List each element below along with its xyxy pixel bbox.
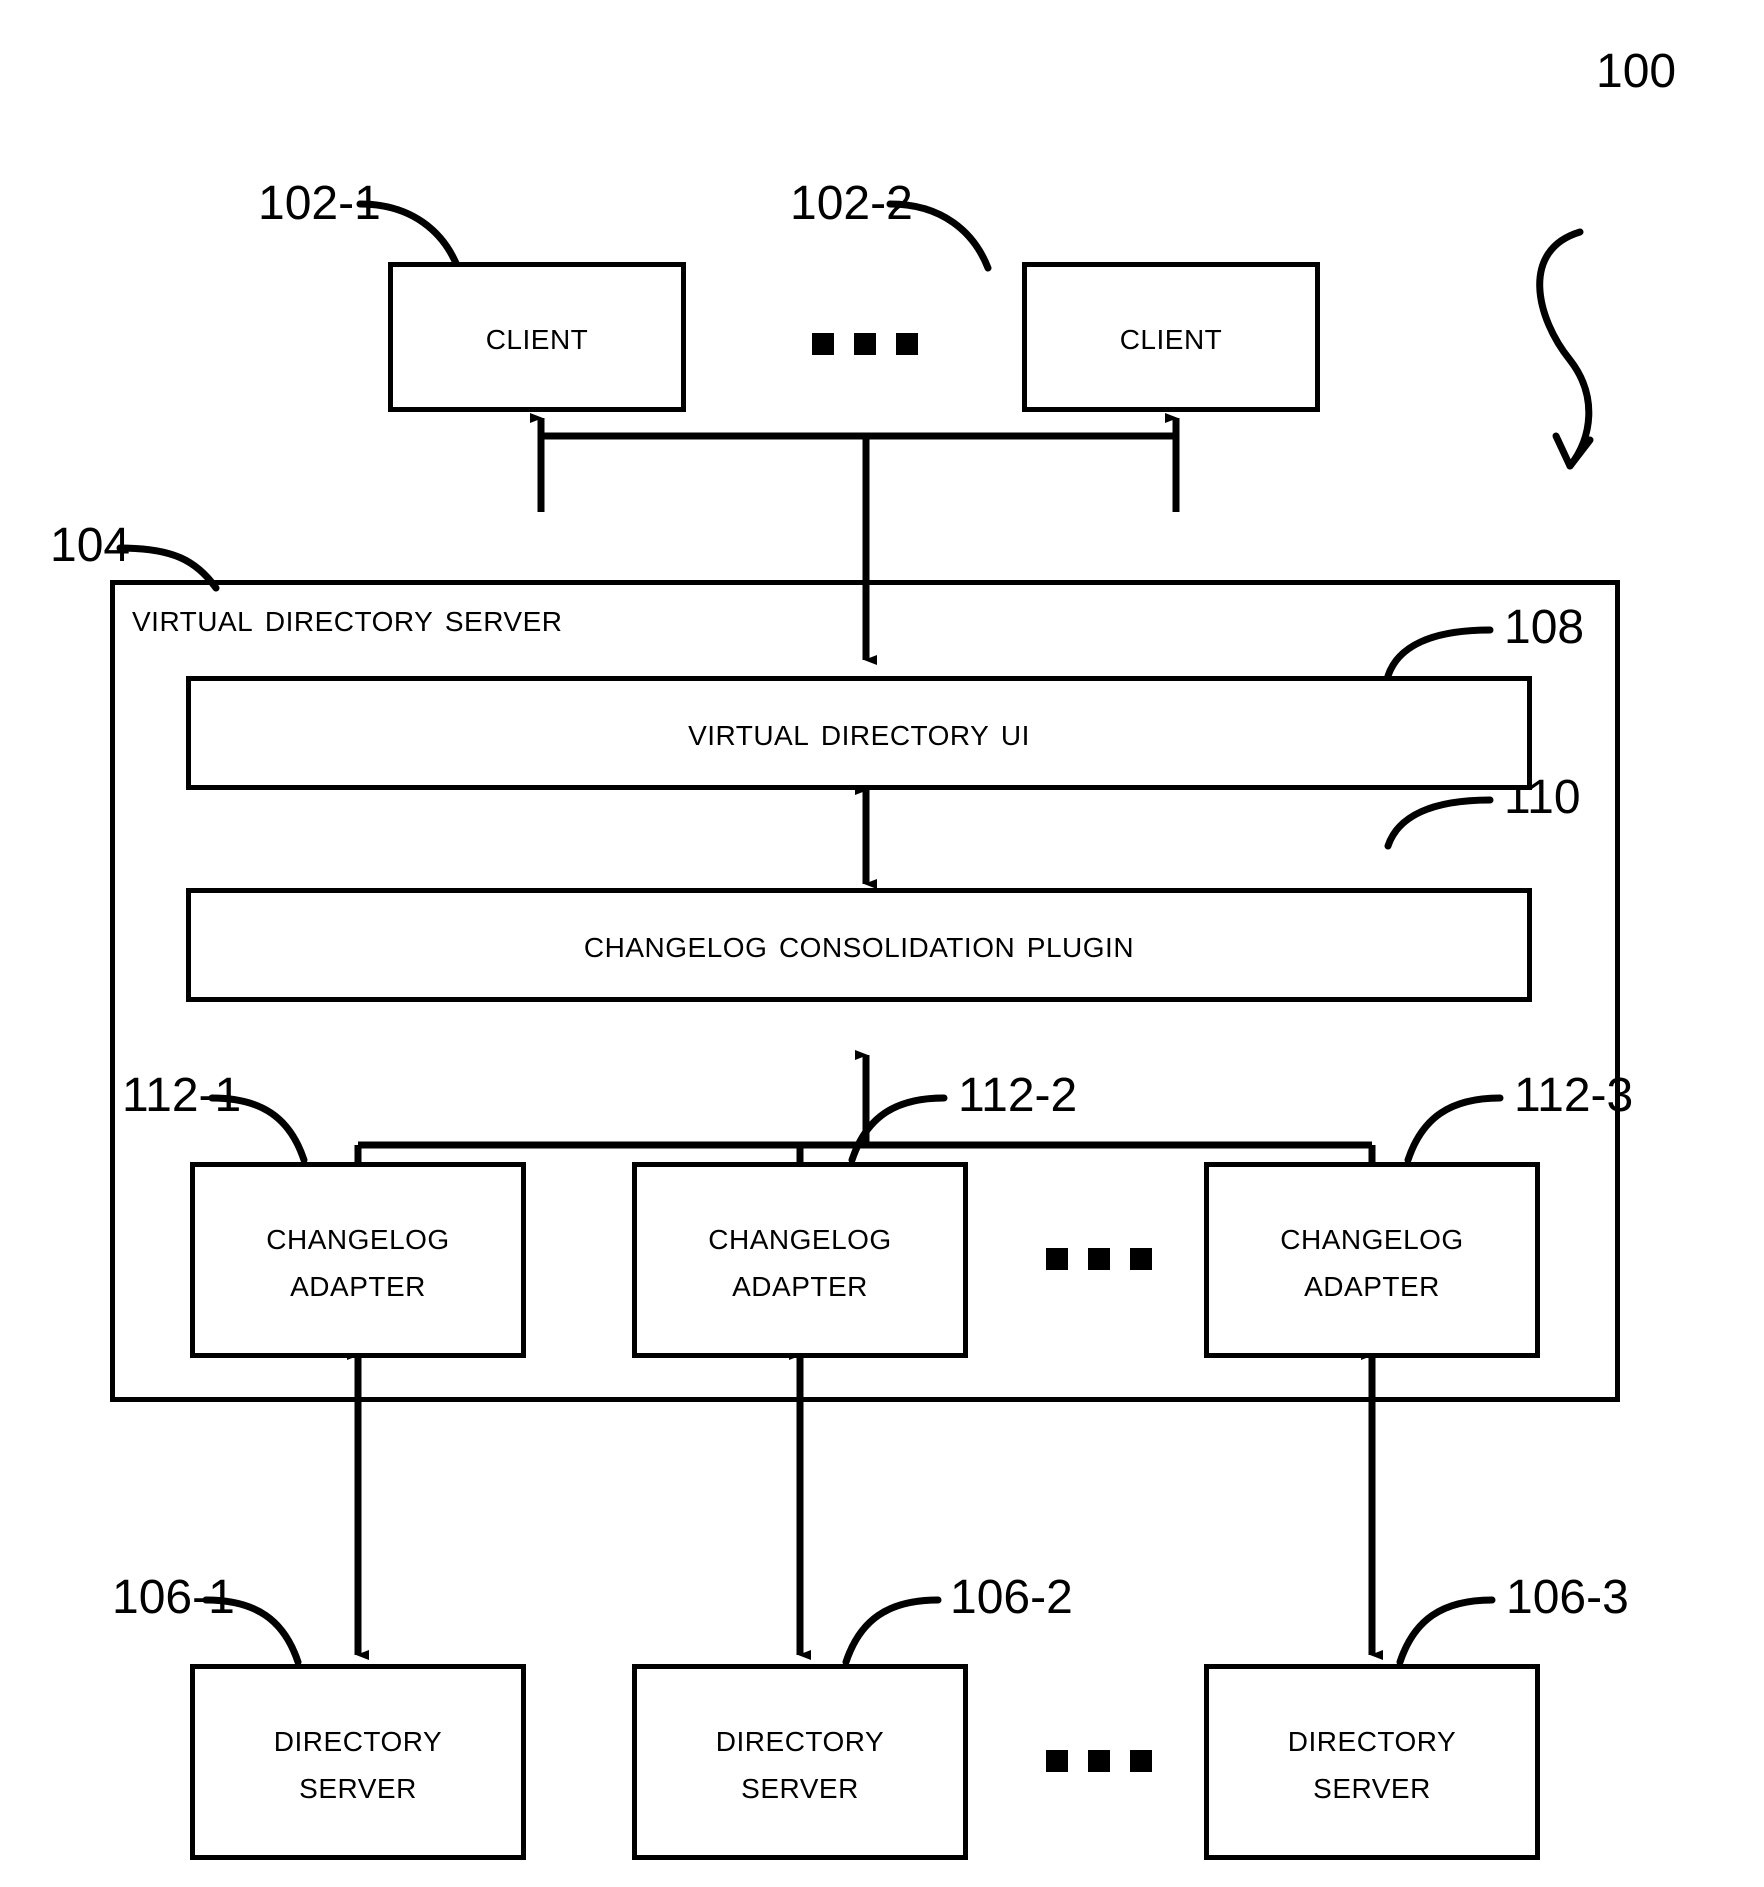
client-box-2-label: Client xyxy=(1119,314,1223,359)
ellipsis-dot xyxy=(1088,1750,1110,1772)
directory-server-box-1: Directory Server xyxy=(190,1664,526,1860)
directory-server-1-label: Directory Server xyxy=(273,1715,443,1807)
virtual-directory-ui-box: Virtual Directory UI xyxy=(186,676,1532,790)
ellipsis-dot xyxy=(812,333,834,355)
changelog-adapter-3-label: Changelog Adapter xyxy=(1280,1213,1464,1305)
directory-server-3-label: Directory Server xyxy=(1287,1715,1457,1807)
changelog-consolidation-plugin-label: Changelog Consolidation Plugin xyxy=(583,922,1135,967)
client-box-1-label: Client xyxy=(485,314,589,359)
ref-numeral-106-1: 106-1 xyxy=(112,1571,235,1624)
client-box-2: Client xyxy=(1022,262,1320,412)
ref-numeral-106-3: 106-3 xyxy=(1506,1571,1629,1624)
client-row-ellipsis xyxy=(812,333,918,355)
ellipsis-dot xyxy=(1046,1248,1068,1270)
ref-numeral-100: 100 xyxy=(1596,45,1677,98)
virtual-directory-ui-label: Virtual Directory UI xyxy=(688,710,1030,755)
patent-figure: 100 102-1 102-2 104 108 110 112-1 112-2 … xyxy=(0,0,1764,1887)
ellipsis-dot xyxy=(1046,1750,1068,1772)
changelog-adapter-1-label: Changelog Adapter xyxy=(266,1213,450,1305)
ref-numeral-102-1: 102-1 xyxy=(258,177,381,230)
virtual-directory-server-title: Virtual Directory Server xyxy=(132,596,563,640)
ref-numeral-106-2: 106-2 xyxy=(950,1571,1073,1624)
ref-numeral-102-2: 102-2 xyxy=(790,177,913,230)
changelog-adapter-box-1: Changelog Adapter xyxy=(190,1162,526,1358)
directory-server-row-ellipsis xyxy=(1046,1750,1152,1772)
client-box-1: Client xyxy=(388,262,686,412)
ellipsis-dot xyxy=(1130,1750,1152,1772)
changelog-adapter-box-2: Changelog Adapter xyxy=(632,1162,968,1358)
ellipsis-dot xyxy=(1130,1248,1152,1270)
ref-numeral-104: 104 xyxy=(50,519,131,572)
changelog-adapter-2-label: Changelog Adapter xyxy=(708,1213,892,1305)
ellipsis-dot xyxy=(854,333,876,355)
ellipsis-dot xyxy=(896,333,918,355)
directory-server-box-3: Directory Server xyxy=(1204,1664,1540,1860)
ellipsis-dot xyxy=(1088,1248,1110,1270)
directory-server-box-2: Directory Server xyxy=(632,1664,968,1860)
adapter-row-ellipsis xyxy=(1046,1248,1152,1270)
changelog-adapter-box-3: Changelog Adapter xyxy=(1204,1162,1540,1358)
directory-server-2-label: Directory Server xyxy=(715,1715,885,1807)
changelog-consolidation-plugin-box: Changelog Consolidation Plugin xyxy=(186,888,1532,1002)
